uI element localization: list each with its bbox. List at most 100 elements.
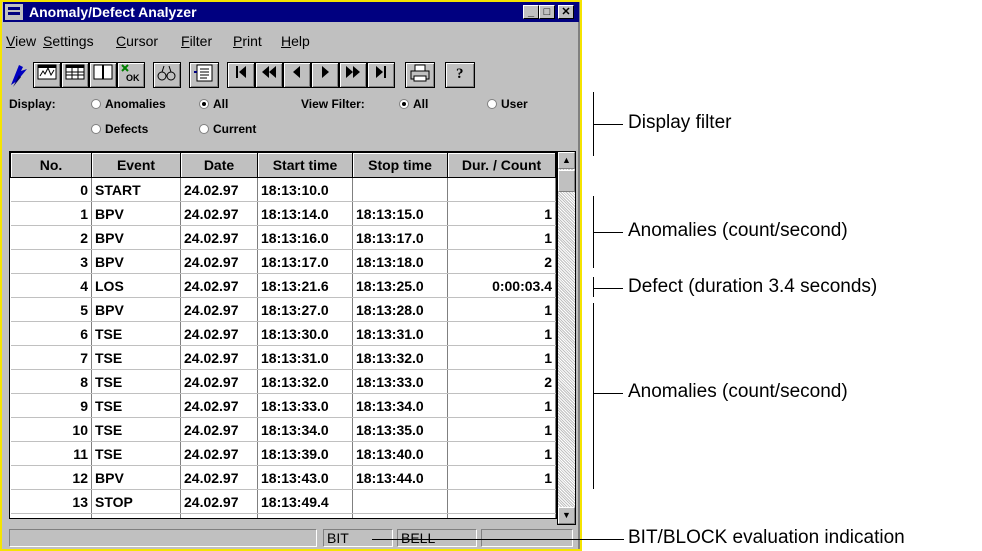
first-icon[interactable]: [227, 62, 255, 88]
table-row[interactable]: 3 BPV 24.02.97 18:13:17.0 18:13:18.0 2: [10, 249, 556, 274]
cell-start-time: 18:13:49.4: [257, 489, 353, 514]
title-bar[interactable]: Anomaly/Defect Analyzer _ □ ✕: [3, 2, 579, 22]
table-row[interactable]: 0 START 24.02.97 18:13:10.0: [10, 177, 556, 202]
menu-filter[interactable]: Filter: [181, 33, 212, 49]
radio-anomalies-dot[interactable]: [91, 99, 101, 109]
find-icon[interactable]: [153, 62, 181, 88]
menu-bar: View Settings Cursor Filter Print Help: [3, 33, 579, 53]
scroll-up-icon[interactable]: ▲: [558, 152, 575, 169]
table-row[interactable]: 6 TSE 24.02.97 18:13:30.0 18:13:31.0 1: [10, 321, 556, 346]
cell-stop-time: [352, 489, 448, 514]
table-row[interactable]: 10 TSE 24.02.97 18:13:34.0 18:13:35.0 1: [10, 417, 556, 442]
table-row[interactable]: 9 TSE 24.02.97 18:13:33.0 18:13:34.0 1: [10, 393, 556, 418]
list-icon[interactable]: [189, 62, 219, 88]
radio-anomalies[interactable]: Anomalies: [91, 97, 166, 111]
table-row[interactable]: 4 LOS 24.02.97 18:13:21.6 18:13:25.0 0:00:03.…: [10, 273, 556, 298]
split-view-icon[interactable]: [89, 62, 117, 88]
table-row[interactable]: 1 BPV 24.02.97 18:13:14.0 18:13:15.0 1: [10, 201, 556, 226]
toolbar: OK ?: [3, 58, 579, 92]
column-header-event[interactable]: Event: [91, 152, 181, 178]
minimize-button[interactable]: _: [523, 5, 539, 19]
radio-view-all-label: All: [413, 97, 429, 111]
radio-view-all-dot[interactable]: [399, 99, 409, 109]
cell-stop-time: 18:13:34.0: [352, 393, 448, 418]
radio-all[interactable]: All: [199, 97, 228, 111]
fast-forward-icon[interactable]: [339, 62, 367, 88]
table-header-row: No. Event Date Start time Stop time Dur.…: [10, 152, 556, 178]
table-row[interactable]: 2 BPV 24.02.97 18:13:16.0 18:13:17.0 1: [10, 225, 556, 250]
menu-view[interactable]: View: [6, 33, 36, 49]
view-filter-label: View Filter:: [301, 97, 365, 111]
cell-duration-count: 2: [447, 249, 556, 274]
ok-icon[interactable]: OK: [117, 62, 145, 88]
annotation-bit-block: BIT/BLOCK evaluation indication: [628, 527, 905, 548]
help-icon[interactable]: ?: [445, 62, 475, 88]
cell-event: BPV: [91, 465, 181, 490]
radio-user[interactable]: User: [487, 97, 528, 111]
menu-help[interactable]: Help: [281, 33, 310, 49]
cell-no: 8: [10, 369, 92, 394]
column-header-start-time[interactable]: Start time: [257, 152, 353, 178]
cell-event: TSE: [91, 345, 181, 370]
column-header-no[interactable]: No.: [10, 152, 92, 178]
cell-start-time: 18:13:17.0: [257, 249, 353, 274]
cell-start-time: 18:13:14.0: [257, 201, 353, 226]
menu-settings[interactable]: Settings: [43, 33, 94, 49]
table-row[interactable]: 5 BPV 24.02.97 18:13:27.0 18:13:28.0 1: [10, 297, 556, 322]
radio-defects[interactable]: Defects: [91, 122, 148, 136]
column-header-duration-count[interactable]: Dur. / Count: [447, 152, 556, 178]
radio-defects-dot[interactable]: [91, 124, 101, 134]
cell-no: [10, 513, 92, 518]
next-icon[interactable]: [311, 62, 339, 88]
svg-text:OK: OK: [126, 73, 140, 83]
rewind-icon[interactable]: [255, 62, 283, 88]
cell-duration-count: 1: [447, 417, 556, 442]
cell-no: 13: [10, 489, 92, 514]
menu-cursor[interactable]: Cursor: [116, 33, 158, 49]
table-row[interactable]: 13 STOP 24.02.97 18:13:49.4: [10, 489, 556, 514]
chart-icon[interactable]: [33, 62, 61, 88]
maximize-button[interactable]: □: [539, 5, 555, 19]
table-icon[interactable]: [61, 62, 89, 88]
cell-duration-count: 1: [447, 393, 556, 418]
print-icon[interactable]: [405, 62, 435, 88]
last-icon[interactable]: [367, 62, 395, 88]
leader-defect: [593, 288, 623, 289]
cell-event: BPV: [91, 249, 181, 274]
cell-start-time: 18:13:31.0: [257, 345, 353, 370]
column-header-date[interactable]: Date: [180, 152, 258, 178]
bracket-anomalies-2: [593, 303, 594, 489]
table-row[interactable]: 8 TSE 24.02.97 18:13:32.0 18:13:33.0 2: [10, 369, 556, 394]
cell-date: 24.02.97: [180, 297, 258, 322]
scroll-thumb[interactable]: [558, 170, 575, 192]
radio-current-dot[interactable]: [199, 124, 209, 134]
radio-current[interactable]: Current: [199, 122, 256, 136]
display-filter-panel: Display: Anomalies All Defects Current V…: [3, 95, 579, 149]
table-row[interactable]: 12 BPV 24.02.97 18:13:43.0 18:13:44.0 1: [10, 465, 556, 490]
scroll-down-icon[interactable]: ▼: [558, 507, 575, 524]
cell-duration-count: 2: [447, 369, 556, 394]
vertical-scrollbar[interactable]: ▲ ▼: [557, 151, 576, 525]
radio-defects-label: Defects: [105, 122, 149, 136]
prev-icon[interactable]: [283, 62, 311, 88]
radio-view-all[interactable]: All: [399, 97, 428, 111]
display-label: Display:: [9, 97, 56, 111]
cell-stop-time: 18:13:32.0: [352, 345, 448, 370]
column-header-stop-time[interactable]: Stop time: [352, 152, 448, 178]
radio-user-dot[interactable]: [487, 99, 497, 109]
radio-all-dot[interactable]: [199, 99, 209, 109]
table-row[interactable]: 7 TSE 24.02.97 18:13:31.0 18:13:32.0 1: [10, 345, 556, 370]
table-row[interactable]: 11 TSE 24.02.97 18:13:39.0 18:13:40.0 1: [10, 441, 556, 466]
cell-start-time: 18:13:10.0: [257, 177, 353, 202]
event-table-grid: No. Event Date Start time Stop time Dur.…: [10, 152, 556, 518]
cell-event: TSE: [91, 321, 181, 346]
cell-no: 0: [10, 177, 92, 202]
system-menu-icon[interactable]: [5, 4, 23, 20]
cell-duration-count: 1: [447, 297, 556, 322]
menu-print[interactable]: Print: [233, 33, 262, 49]
cell-duration-count: 1: [447, 345, 556, 370]
table-row[interactable]: [10, 513, 556, 518]
svg-text:?: ?: [456, 66, 464, 82]
close-button[interactable]: ✕: [558, 5, 574, 19]
cell-no: 6: [10, 321, 92, 346]
